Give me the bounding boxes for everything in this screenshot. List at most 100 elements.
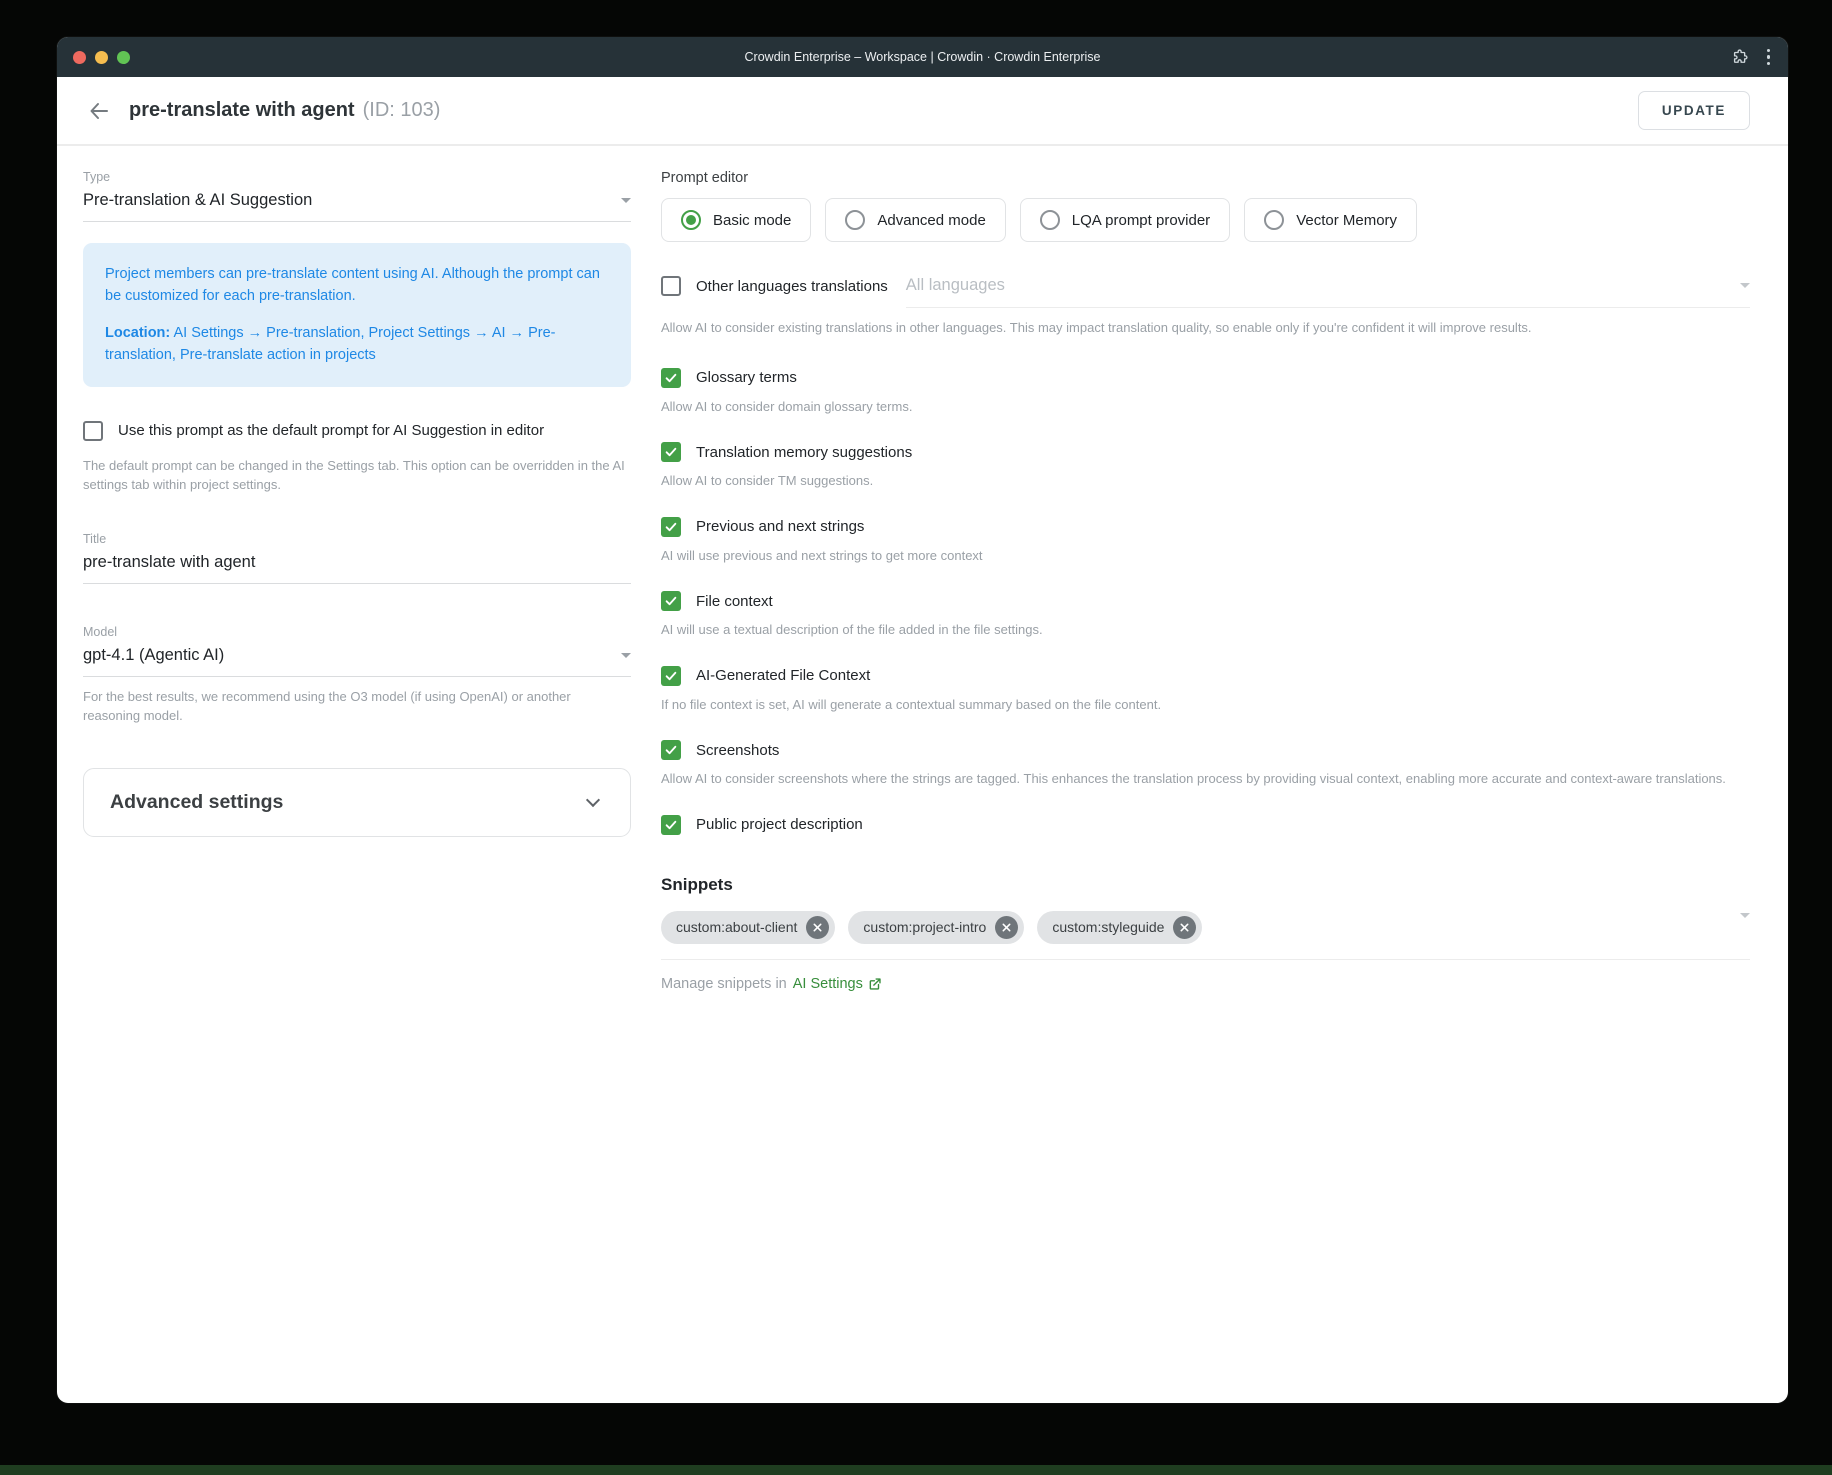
type-select[interactable]: Pre-translation & AI Suggestion — [83, 191, 631, 222]
ai-settings-link-label: AI Settings — [793, 976, 863, 992]
extensions-icon[interactable] — [1731, 48, 1749, 66]
prompt-editor-option-label: Advanced mode — [877, 212, 985, 229]
prompt-editor-option[interactable]: Advanced mode — [825, 198, 1005, 242]
context-option: AI-Generated File Context If no file con… — [661, 666, 1750, 715]
type-field: Type Pre-translation & AI Suggestion — [83, 170, 631, 222]
context-option: Glossary terms Allow AI to consider doma… — [661, 368, 1750, 417]
context-option-label: Glossary terms — [696, 369, 797, 386]
context-option: Screenshots Allow AI to consider screens… — [661, 740, 1750, 789]
snippet-chip: custom:project-intro — [848, 911, 1024, 944]
snippet-chip: custom:about-client — [661, 911, 835, 944]
context-option-helper: Allow AI to consider screenshots where t… — [661, 769, 1750, 789]
checkbox-checked-icon[interactable] — [661, 815, 681, 835]
prompt-editor-option[interactable]: Vector Memory — [1244, 198, 1417, 242]
close-window-button[interactable] — [73, 51, 86, 64]
title-field: Title pre-translate with agent — [83, 532, 631, 584]
context-option-helper: AI will use a textual description of the… — [661, 620, 1750, 640]
other-languages-helper: Allow AI to consider existing translatio… — [661, 318, 1750, 338]
chip-remove-button[interactable] — [1173, 916, 1196, 939]
snippet-chip: custom:styleguide — [1037, 911, 1202, 944]
model-field-label: Model — [83, 625, 631, 639]
window-controls — [73, 51, 130, 64]
info-box-location: Location: AI Settings → Pre-translation,… — [105, 322, 609, 367]
checkbox-checked-icon[interactable] — [661, 591, 681, 611]
chip-remove-button[interactable] — [806, 916, 829, 939]
context-option-label: Translation memory suggestions — [696, 444, 912, 461]
prompt-editor-label: Prompt editor — [661, 170, 1750, 186]
back-button[interactable] — [83, 95, 115, 127]
location-label: Location: — [105, 325, 170, 341]
context-options-list: Glossary terms Allow AI to consider doma… — [661, 368, 1750, 835]
browser-menu-icon[interactable] — [1765, 47, 1773, 68]
context-option-helper: AI will use previous and next strings to… — [661, 546, 1750, 566]
other-languages-checkbox[interactable] — [661, 276, 681, 296]
context-option-label: Previous and next strings — [696, 518, 864, 535]
update-button[interactable]: UPDATE — [1638, 91, 1750, 130]
radio-icon — [681, 210, 701, 230]
info-box: Project members can pre-translate conten… — [83, 243, 631, 387]
prompt-editor-option[interactable]: Basic mode — [661, 198, 811, 242]
checkbox-checked-icon[interactable] — [661, 517, 681, 537]
snippets-chips-row[interactable]: custom:about-client custom:project-intro… — [661, 911, 1750, 960]
model-select-value: gpt-4.1 (Agentic AI) — [83, 646, 224, 665]
zoom-window-button[interactable] — [117, 51, 130, 64]
advanced-settings-accordion[interactable]: Advanced settings — [83, 768, 631, 837]
type-select-value: Pre-translation & AI Suggestion — [83, 191, 312, 210]
radio-icon — [1040, 210, 1060, 230]
title-field-label: Title — [83, 532, 631, 546]
prompt-editor-options: Basic mode Advanced mode LQA prompt prov… — [661, 198, 1750, 242]
page-title-id: (ID: 103) — [363, 99, 441, 122]
prompt-editor-option[interactable]: LQA prompt provider — [1020, 198, 1230, 242]
prompt-editor-option-label: Basic mode — [713, 212, 791, 229]
chevron-down-icon — [586, 793, 600, 807]
chevron-down-icon — [621, 653, 631, 658]
model-select[interactable]: gpt-4.1 (Agentic AI) — [83, 646, 631, 677]
context-option: File context AI will use a textual descr… — [661, 591, 1750, 640]
settings-right-column: Prompt editor Basic mode Advanced mode L… — [661, 170, 1750, 992]
settings-left-column: Type Pre-translation & AI Suggestion Pro… — [83, 170, 631, 992]
advanced-settings-label: Advanced settings — [110, 791, 283, 814]
app-window: Crowdin Enterprise – Workspace | Crowdin… — [57, 37, 1788, 1403]
title-input[interactable]: pre-translate with agent — [83, 553, 631, 584]
chip-remove-button[interactable] — [995, 916, 1018, 939]
checkbox-checked-icon[interactable] — [661, 740, 681, 760]
checkbox-checked-icon[interactable] — [661, 368, 681, 388]
snippet-chip-label: custom:project-intro — [863, 919, 986, 935]
minimize-window-button[interactable] — [95, 51, 108, 64]
context-option-label: AI-Generated File Context — [696, 667, 870, 684]
checkbox-checked-icon[interactable] — [661, 442, 681, 462]
page-header: pre-translate with agent (ID: 103) UPDAT… — [57, 77, 1788, 146]
page-title: pre-translate with agent — [129, 99, 355, 122]
default-prompt-option: Use this prompt as the default prompt fo… — [83, 421, 631, 495]
snippet-chip-label: custom:styleguide — [1052, 919, 1164, 935]
prompt-editor-option-label: LQA prompt provider — [1072, 212, 1210, 229]
manage-snippets-prefix: Manage snippets in — [661, 976, 787, 992]
chevron-down-icon — [621, 198, 631, 203]
snippets-heading: Snippets — [661, 875, 1750, 895]
model-field: Model gpt-4.1 (Agentic AI) For the best … — [83, 625, 631, 726]
location-text: AI Settings → Pre-translation, Project S… — [105, 325, 555, 363]
default-prompt-helper: The default prompt can be changed in the… — [83, 456, 631, 495]
type-field-label: Type — [83, 170, 631, 184]
model-helper: For the best results, we recommend using… — [83, 687, 631, 726]
default-prompt-checkbox[interactable] — [83, 421, 103, 441]
ai-settings-link[interactable]: AI Settings — [793, 976, 882, 992]
languages-select[interactable]: All languages — [906, 276, 1750, 308]
snippet-chip-label: custom:about-client — [676, 919, 797, 935]
prompt-editor-option-label: Vector Memory — [1296, 212, 1397, 229]
info-box-paragraph: Project members can pre-translate conten… — [105, 263, 609, 308]
default-prompt-label: Use this prompt as the default prompt fo… — [118, 422, 544, 439]
browser-titlebar: Crowdin Enterprise – Workspace | Crowdin… — [57, 37, 1788, 77]
context-option: Translation memory suggestions Allow AI … — [661, 442, 1750, 491]
checkbox-checked-icon[interactable] — [661, 666, 681, 686]
context-option-helper: Allow AI to consider TM suggestions. — [661, 471, 1750, 491]
context-option: Previous and next strings AI will use pr… — [661, 517, 1750, 566]
context-option-label: Screenshots — [696, 742, 779, 759]
radio-icon — [1264, 210, 1284, 230]
context-option: Public project description — [661, 815, 1750, 835]
chevron-down-icon — [1740, 918, 1750, 936]
other-languages-label: Other languages translations — [696, 278, 888, 295]
radio-icon — [845, 210, 865, 230]
external-link-icon — [868, 977, 882, 991]
context-option-label: Public project description — [696, 816, 863, 833]
